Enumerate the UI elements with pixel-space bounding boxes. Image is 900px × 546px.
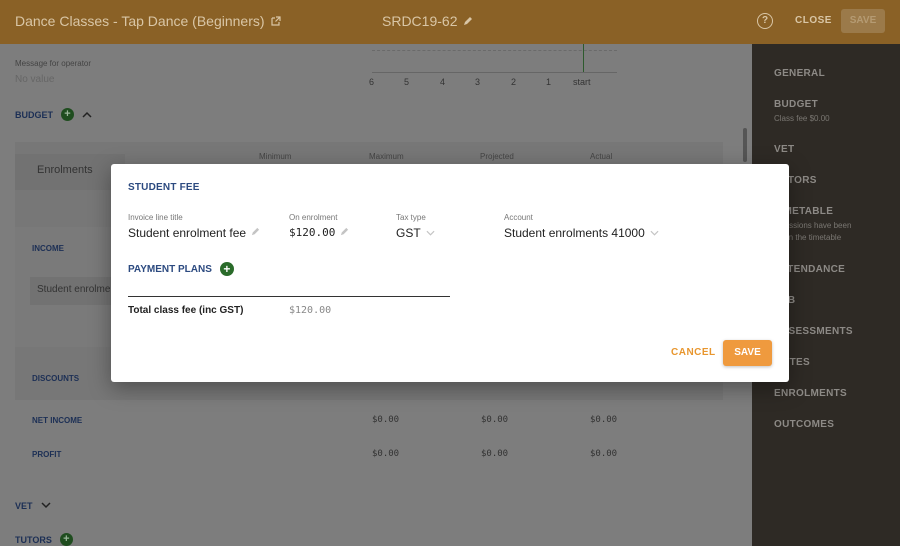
on-enrolment-field[interactable]: $120.00 <box>289 226 349 239</box>
pencil-icon[interactable] <box>340 227 349 239</box>
profit-value: $0.00 <box>481 449 509 459</box>
sidebar-item-general[interactable]: GENERAL <box>774 68 825 79</box>
on-enrolment-label: On enrolment <box>289 213 338 222</box>
top-bar: Dance Classes - Tap Dance (Beginners) SR… <box>0 0 900 44</box>
income-row[interactable]: Student enrolment <box>30 277 120 305</box>
chart-gridline <box>372 50 617 51</box>
payment-plans-heading: PAYMENT PLANS <box>128 263 212 275</box>
discounts-heading: DISCOUNTS <box>32 374 80 383</box>
divider <box>128 296 450 297</box>
vet-section-header[interactable]: VET <box>15 501 51 511</box>
message-label: Message for operator <box>15 59 92 68</box>
vet-heading: VET <box>15 501 33 511</box>
save-button[interactable]: SAVE <box>723 340 772 366</box>
axis-tick: 6 <box>369 77 375 87</box>
net-income-value: $0.00 <box>481 415 509 425</box>
pencil-icon[interactable] <box>463 13 473 29</box>
profit-label: PROFIT <box>32 450 62 459</box>
tax-type-label: Tax type <box>396 213 426 222</box>
profit-value: $0.00 <box>372 449 400 459</box>
sidebar-item-vet[interactable]: VET <box>774 144 794 155</box>
add-tutor-icon[interactable]: + <box>59 533 73 546</box>
message-value[interactable]: No value <box>15 74 54 85</box>
axis-tick: 2 <box>511 77 517 87</box>
enrolments-tab[interactable]: Enrolments <box>15 154 125 190</box>
column-header: Actual <box>590 152 613 161</box>
axis-tick: 1 <box>546 77 552 87</box>
header-save-button[interactable]: SAVE <box>841 9 885 33</box>
invoice-line-title-label: Invoice line title <box>128 213 183 222</box>
class-code-text: SRDC19-62 <box>382 13 458 29</box>
sidebar-item-enrolments[interactable]: ENROLMENTS <box>774 388 847 399</box>
column-header: Projected <box>480 152 514 161</box>
sidebar-item-outcomes[interactable]: OUTCOMES <box>774 419 834 430</box>
scrollbar[interactable] <box>743 128 747 162</box>
chevron-down-icon <box>426 228 435 238</box>
class-title-text: Dance Classes - Tap Dance (Beginners) <box>15 13 265 29</box>
tutors-section-header: TUTORS + <box>15 533 73 546</box>
net-income-value: $0.00 <box>590 415 618 425</box>
account-label: Account <box>504 213 533 222</box>
chart-start-marker <box>583 44 584 72</box>
sidebar-item-budget[interactable]: BUDGET <box>774 99 818 110</box>
tax-type-select[interactable]: GST <box>396 226 435 240</box>
payment-plans-header: PAYMENT PLANS + <box>128 262 234 276</box>
axis-tick: 5 <box>404 77 410 87</box>
account-value: Student enrolments 41000 <box>504 226 645 240</box>
net-income-label: NET INCOME <box>32 416 83 425</box>
tax-type-value: GST <box>396 226 421 240</box>
profit-value: $0.00 <box>590 449 618 459</box>
column-header: Maximum <box>369 152 404 161</box>
class-code[interactable]: SRDC19-62 <box>382 13 473 29</box>
sidebar-timetable-sub: 0 sessions have been set in the timetabl… <box>774 221 852 242</box>
axis-tick: 4 <box>440 77 446 87</box>
external-link-icon[interactable] <box>270 13 281 29</box>
invoice-line-title-field[interactable]: Student enrolment fee <box>128 226 260 240</box>
pencil-icon[interactable] <box>251 227 260 239</box>
close-button[interactable]: CLOSE <box>795 15 832 26</box>
column-header: Minimum <box>259 152 292 161</box>
dialog-title: STUDENT FEE <box>128 182 200 193</box>
income-heading: INCOME <box>32 244 64 253</box>
axis-tick: 3 <box>475 77 481 87</box>
chart-axis <box>372 72 617 73</box>
help-icon[interactable]: ? <box>757 13 773 29</box>
budget-heading: BUDGET <box>15 109 53 120</box>
tutors-heading: TUTORS <box>15 534 52 545</box>
budget-section-header: BUDGET + <box>15 108 92 121</box>
on-enrolment-value: $120.00 <box>289 226 336 239</box>
cancel-button[interactable]: CANCEL <box>671 347 716 358</box>
add-budget-icon[interactable]: + <box>61 108 74 121</box>
account-select[interactable]: Student enrolments 41000 <box>504 226 659 240</box>
student-fee-dialog: STUDENT FEE Invoice line title Student e… <box>111 164 789 382</box>
class-title[interactable]: Dance Classes - Tap Dance (Beginners) <box>15 13 281 29</box>
net-income-value: $0.00 <box>372 415 400 425</box>
total-class-fee-label: Total class fee (inc GST) <box>128 305 244 316</box>
invoice-line-title-value: Student enrolment fee <box>128 226 247 240</box>
total-class-fee-value: $120.00 <box>289 305 332 316</box>
chevron-down-icon <box>650 228 659 238</box>
chevron-up-icon[interactable] <box>82 110 92 120</box>
chevron-down-icon[interactable] <box>40 501 51 511</box>
axis-tick: start <box>573 77 591 87</box>
sidebar-budget-sub: Class fee $0.00 <box>774 114 830 123</box>
add-payment-plan-icon[interactable]: + <box>219 262 234 276</box>
